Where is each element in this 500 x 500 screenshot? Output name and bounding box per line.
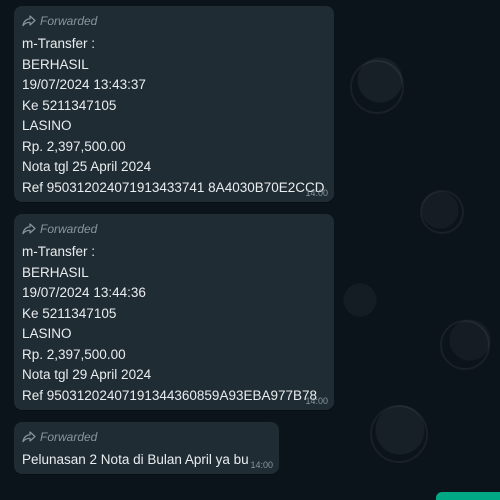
message-timestamp: 14:00 — [250, 460, 273, 470]
message-line: m-Transfer : — [22, 244, 96, 259]
forward-icon — [22, 15, 36, 27]
forwarded-indicator: Forwarded — [22, 430, 269, 444]
message-line: 19/07/2024 13:44:36 — [22, 285, 146, 300]
forwarded-indicator: Forwarded — [22, 222, 324, 236]
forwarded-label: Forwarded — [40, 14, 98, 28]
message-line: Nota tgl 29 April 2024 — [22, 367, 152, 382]
forwarded-label: Forwarded — [40, 222, 98, 236]
forward-icon — [22, 223, 36, 235]
wallpaper-doodle — [440, 320, 490, 370]
message-line: 19/07/2024 13:43:37 — [22, 77, 146, 92]
message-line: Rp. 2,397,500.00 — [22, 346, 126, 362]
message-line: Nota tgl 25 April 2024 — [22, 159, 152, 174]
forward-icon — [22, 431, 36, 443]
wallpaper-doodle — [370, 405, 428, 463]
message-timestamp: 14:00 — [305, 188, 328, 198]
message-line: LASINO — [22, 326, 72, 341]
message-line: BERHASIL — [22, 264, 89, 280]
message-line: Ref 95031202407191344360859A93EBA977B78 — [22, 387, 318, 403]
wallpaper-doodle — [420, 190, 464, 234]
message-line: Ke 5211347105 — [22, 97, 117, 113]
message-bubble[interactable]: Forwarded Pelunasan 2 Nota di Bulan Apri… — [14, 422, 279, 474]
message-line: m-Transfer : — [22, 36, 96, 51]
message-line: Rp. 2,397,500.00 — [22, 138, 126, 154]
message-bubble[interactable]: Forwarded m-Transfer : BERHASIL 19/07/20… — [14, 214, 334, 410]
message-timestamp: 14:00 — [305, 396, 328, 406]
message-line: Ke 5211347105 — [22, 305, 117, 321]
scroll-to-bottom-button[interactable] — [436, 492, 500, 500]
message-line: LASINO — [22, 118, 72, 133]
message-line: Ref 950312024071913433741 8A4030B70E2CCD — [22, 179, 325, 195]
forwarded-label: Forwarded — [40, 430, 98, 444]
forwarded-indicator: Forwarded — [22, 14, 324, 28]
message-line: BERHASIL — [22, 56, 89, 72]
message-bubble[interactable]: Forwarded m-Transfer : BERHASIL 19/07/20… — [14, 6, 334, 202]
message-line: Pelunasan 2 Nota di Bulan April ya bu — [22, 452, 249, 467]
wallpaper-doodle — [350, 60, 404, 114]
